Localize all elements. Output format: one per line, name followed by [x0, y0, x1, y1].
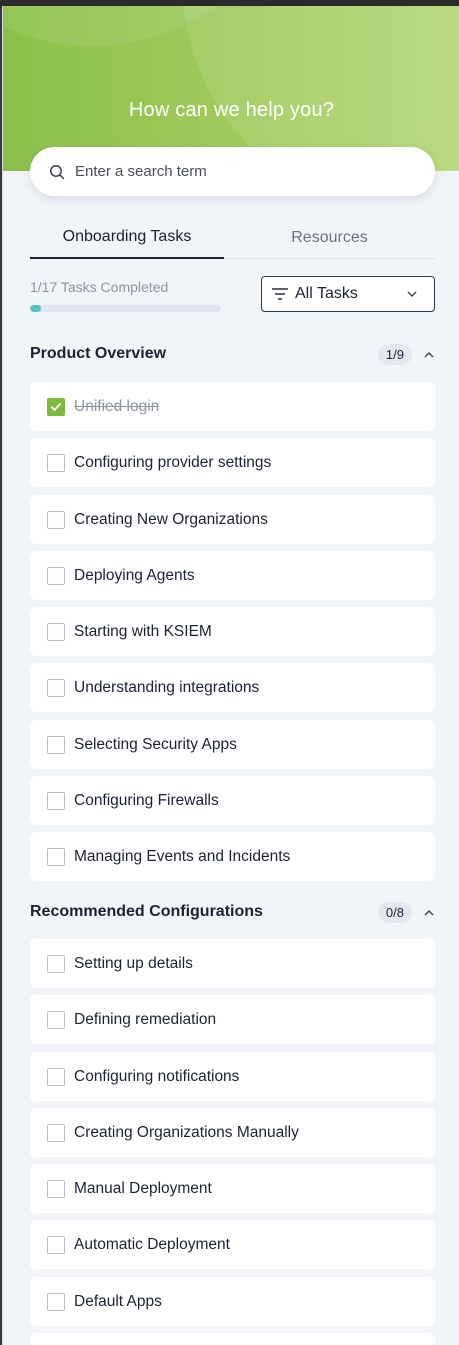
chevron-up-icon[interactable]: [424, 909, 434, 916]
task-label: Understanding integrations: [74, 678, 260, 696]
task-checkbox[interactable]: [47, 1235, 65, 1254]
task-item[interactable]: Setting up details: [30, 939, 435, 988]
tab-resources[interactable]: Resources: [224, 216, 435, 259]
help-panel: How can we help you? Enter a search term…: [2, 6, 459, 1345]
tab-onboarding-tasks[interactable]: Onboarding Tasks: [30, 216, 224, 259]
filter-selected-value: All Tasks: [295, 285, 358, 302]
task-item[interactable]: Default Apps: [30, 1277, 435, 1326]
checkmark-icon: [50, 402, 62, 411]
progress-bar-fill: [30, 305, 42, 312]
task-item[interactable]: [30, 1333, 435, 1345]
section-header[interactable]: Product Overview 1/9: [30, 342, 435, 366]
section-title: Recommended Configurations: [30, 903, 263, 920]
task-label: Deploying Agents: [74, 566, 195, 584]
task-label: Creating New Organizations: [74, 510, 268, 528]
task-label: Default Apps: [74, 1292, 162, 1310]
task-checkbox[interactable]: [47, 622, 65, 641]
task-checkbox[interactable]: [47, 791, 65, 810]
task-item[interactable]: Manual Deployment: [30, 1164, 435, 1213]
task-label: Configuring notifications: [74, 1067, 240, 1085]
progress-label: 1/17 Tasks Completed: [30, 279, 169, 295]
task-item[interactable]: Configuring provider settings: [30, 438, 435, 487]
task-item[interactable]: Deploying Agents: [30, 551, 435, 600]
section-header[interactable]: Recommended Configurations 0/8: [30, 900, 435, 924]
task-item[interactable]: Defining remediation: [30, 995, 435, 1044]
section-title: Product Overview: [30, 345, 167, 362]
task-checkbox[interactable]: [47, 847, 65, 866]
progress-bar: [30, 305, 221, 312]
task-checkbox[interactable]: [47, 566, 65, 585]
task-checkbox[interactable]: [47, 1123, 65, 1142]
chevron-up-icon[interactable]: [424, 351, 434, 358]
task-label: Managing Events and Incidents: [74, 847, 291, 865]
task-item[interactable]: Automatic Deployment: [30, 1220, 435, 1269]
task-label: Configuring provider settings: [74, 453, 272, 471]
tab-bar: Onboarding Tasks Resources: [30, 216, 435, 259]
task-item[interactable]: Starting with KSIEM: [30, 607, 435, 656]
task-label: Configuring Firewalls: [74, 791, 219, 809]
search-placeholder: Enter a search term: [75, 163, 207, 180]
filter-icon: [271, 287, 289, 301]
task-checkbox[interactable]: [47, 510, 65, 529]
task-item[interactable]: Unified login: [30, 382, 435, 431]
task-item[interactable]: Understanding integrations: [30, 663, 435, 712]
task-item[interactable]: Managing Events and Incidents: [30, 832, 435, 881]
task-checkbox[interactable]: [47, 1010, 65, 1029]
task-label: Creating Organizations Manually: [74, 1123, 299, 1141]
task-label: Setting up details: [74, 954, 193, 972]
task-filter-dropdown[interactable]: All Tasks: [261, 276, 435, 312]
task-checkbox[interactable]: [47, 954, 65, 973]
task-checkbox[interactable]: [47, 678, 65, 697]
chevron-down-icon: [406, 290, 418, 298]
search-icon: [49, 164, 65, 180]
task-checkbox[interactable]: [47, 1292, 65, 1311]
task-checkbox[interactable]: [47, 735, 65, 754]
hero-title: How can we help you?: [128, 99, 335, 121]
task-label: Defining remediation: [74, 1010, 217, 1028]
task-label: Starting with KSIEM: [74, 622, 212, 640]
task-item[interactable]: Creating Organizations Manually: [30, 1108, 435, 1157]
search-input[interactable]: Enter a search term: [30, 147, 435, 196]
task-item[interactable]: Creating New Organizations: [30, 495, 435, 544]
task-item[interactable]: Selecting Security Apps: [30, 720, 435, 769]
task-checkbox[interactable]: [47, 1179, 65, 1198]
task-item[interactable]: Configuring notifications: [30, 1052, 435, 1101]
section-count-badge: 1/9: [377, 343, 412, 365]
task-label: Automatic Deployment: [74, 1235, 230, 1253]
section-count-badge: 0/8: [377, 901, 412, 923]
task-label: Manual Deployment: [74, 1179, 212, 1197]
task-checkbox[interactable]: [47, 1067, 65, 1086]
task-label: Selecting Security Apps: [74, 735, 237, 753]
task-label: Unified login: [74, 397, 160, 415]
task-item[interactable]: Configuring Firewalls: [30, 776, 435, 825]
task-checkbox[interactable]: [47, 453, 65, 472]
task-checkbox[interactable]: [47, 397, 65, 416]
